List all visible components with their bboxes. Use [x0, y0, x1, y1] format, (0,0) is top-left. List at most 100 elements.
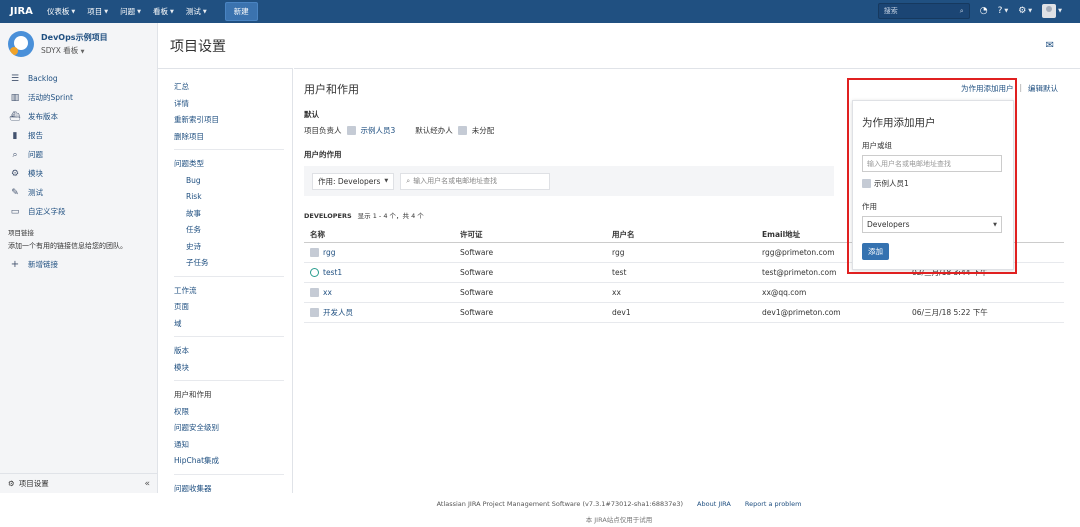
settings-details-link[interactable]: 详情 — [174, 96, 284, 113]
sidebar-item-components[interactable]: ⚙ 模块 — [0, 164, 157, 183]
license-cell: Software — [454, 262, 606, 283]
settings-group-permissions: 用户和作用 权限 问题安全级别 通知 HipChat集成 — [174, 387, 284, 475]
settings-issue-collectors-link[interactable]: 问题收集器 — [174, 481, 284, 498]
avatar — [457, 126, 467, 135]
issue-type-task-link[interactable]: 任务 — [174, 222, 284, 239]
user-or-group-input[interactable]: 输入用户名或电邮地址查找 — [862, 155, 1002, 172]
settings-group-issue-types: 问题类型 Bug Risk 故事 任务 史诗 子任务 — [174, 156, 284, 277]
table-row: 开发人员 Software dev1 dev1@primeton.com 06/… — [304, 302, 1064, 323]
avatar — [310, 287, 319, 297]
add-users-to-role-link[interactable]: 为作用添加用户 — [961, 83, 1014, 94]
issue-type-risk-link[interactable]: Risk — [174, 189, 284, 206]
settings-workflows-link[interactable]: 工作流 — [174, 283, 284, 300]
avatar — [310, 247, 319, 257]
project-name[interactable]: DevOps示例项目 — [41, 32, 108, 43]
user-filter-input[interactable]: ⌕ 输入用户名或电邮地址查找 — [400, 172, 551, 190]
settings-group-versions: 版本 模块 — [174, 343, 284, 381]
settings-versions-link[interactable]: 版本 — [174, 343, 284, 360]
suggested-user[interactable]: 示例人员1 — [862, 178, 1001, 189]
avatar — [310, 267, 319, 277]
sidebar-item-backlog[interactable]: ☰ Backlog — [0, 69, 157, 88]
settings-screens-link[interactable]: 页面 — [174, 299, 284, 316]
user-avatar-menu[interactable]: ▼ — [1042, 4, 1062, 18]
add-button[interactable]: 添加 — [862, 243, 889, 260]
issue-type-subtask-link[interactable]: 子任务 — [174, 255, 284, 272]
gear-icon[interactable]: ⚙ ▼ — [1018, 6, 1032, 16]
add-link-button[interactable]: + 新增链接 — [0, 259, 157, 270]
search-icon: ⌕ — [959, 6, 964, 15]
feed-icon[interactable]: ◔ — [980, 6, 988, 16]
settings-notifications-link[interactable]: 通知 — [174, 437, 284, 454]
jira-logo[interactable]: JIRA — [10, 6, 33, 17]
user-name-link[interactable]: test1 — [323, 268, 342, 277]
defaults-row: 项目负责人 示例人员3 默认经办人 未分配 — [304, 125, 494, 136]
chevron-down-icon: ▼ — [104, 8, 109, 15]
avatar — [310, 307, 319, 317]
settings-delete-link[interactable]: 删除项目 — [174, 129, 284, 146]
role-select[interactable]: Developers ▼ — [862, 216, 1002, 233]
role-filter-select[interactable]: 作用: Developers ▼ — [312, 172, 395, 190]
project-lead-value[interactable]: 示例人员3 — [361, 125, 396, 136]
project-links-description: 添加一个有用的链接信息给您的团队。 — [8, 242, 127, 250]
top-navigation-bar: JIRA 仪表板 ▼ 项目 ▼ 问题 ▼ 看板 ▼ 测试 ▼ 新建 搜索 ⌕ ◔ ? ▼ ⚙… — [0, 0, 1080, 23]
issue-type-bug-link[interactable]: Bug — [174, 173, 284, 190]
menu-issues[interactable]: 问题 ▼ — [120, 6, 141, 17]
avatar — [862, 179, 871, 188]
menu-boards[interactable]: 看板 ▼ — [153, 6, 174, 17]
sidebar-item-reports[interactable]: ▮ 报告 — [0, 126, 157, 145]
project-avatar[interactable] — [8, 31, 34, 57]
footer-notice: 本 JIRA站点仅用于试用 — [585, 516, 653, 524]
settings-issue-security-link[interactable]: 问题安全级别 — [174, 420, 284, 437]
sidebar-item-issues[interactable]: ⌕ 问题 — [0, 145, 157, 164]
page-title: 项目设置 — [170, 39, 226, 55]
sidebar-item-custom-fields[interactable]: ▭ 自定义字段 — [0, 202, 157, 221]
table-row: xx Software xx xx@qq.com — [304, 282, 1064, 303]
user-or-group-label: 用户或组 — [862, 141, 892, 150]
about-jira-link[interactable]: About JIRA — [697, 500, 731, 508]
section-actions: 为作用添加用户 | 编辑默认 — [961, 83, 1058, 94]
settings-reindex-link[interactable]: 重新索引项目 — [174, 112, 284, 129]
project-header: DevOps示例项目 SDYX 看板 ▼ — [0, 23, 157, 63]
test-icon: ✎ — [11, 187, 19, 198]
board-selector[interactable]: SDYX 看板 ▼ — [41, 45, 108, 56]
issue-type-story-link[interactable]: 故事 — [174, 206, 284, 223]
settings-fields-link[interactable]: 域 — [174, 316, 284, 333]
project-settings-link[interactable]: ⚙ 项目设置 — [8, 478, 49, 489]
sidebar-item-releases[interactable]: ⛴ 发布版本 — [0, 107, 157, 126]
issue-type-epic-link[interactable]: 史诗 — [174, 239, 284, 256]
reports-icon: ▮ — [12, 130, 18, 141]
footer-product: Atlassian JIRA Project Management Softwa… — [436, 500, 684, 508]
settings-summary-link[interactable]: 汇总 — [174, 79, 284, 96]
search-input[interactable]: 搜索 ⌕ — [877, 3, 970, 19]
report-problem-link[interactable]: Report a problem — [745, 500, 802, 508]
sidebar-item-tests[interactable]: ✎ 测试 — [0, 183, 157, 202]
sidebar-nav: ☰ Backlog ▥ 活动的Sprint ⛴ 发布版本 ▮ 报告 ⌕ 问题 ⚙ 模块 ✎ 测… — [0, 69, 157, 221]
edit-defaults-link[interactable]: 编辑默认 — [1028, 83, 1058, 94]
user-name-link[interactable]: xx — [323, 288, 332, 297]
last-login-cell — [906, 282, 1064, 303]
user-name-link[interactable]: rgg — [323, 248, 335, 257]
dialog-title: 为作用添加用户 — [862, 117, 936, 129]
components-icon: ⚙ — [10, 168, 20, 179]
menu-projects[interactable]: 项目 ▼ — [87, 6, 108, 17]
section-title: 用户和作用 — [304, 83, 359, 96]
settings-issue-types-link[interactable]: 问题类型 — [174, 156, 284, 173]
results-count: DEVELOPERS 显示 1 - 4 个，共 4 个 — [304, 212, 424, 220]
collapse-sidebar-button[interactable]: « — [144, 479, 150, 489]
settings-permissions-link[interactable]: 权限 — [174, 404, 284, 421]
sidebar-item-active-sprint[interactable]: ▥ 活动的Sprint — [0, 88, 157, 107]
user-name-link[interactable]: 开发人员 — [323, 307, 353, 318]
help-icon[interactable]: ? ▼ — [998, 6, 1009, 16]
menu-tests[interactable]: 测试 ▼ — [186, 6, 207, 17]
username-cell: rgg — [606, 242, 756, 263]
settings-users-roles-link[interactable]: 用户和作用 — [174, 387, 284, 404]
settings-components-link[interactable]: 模块 — [174, 360, 284, 377]
plus-icon: + — [10, 259, 20, 270]
settings-hipchat-link[interactable]: HipChat集成 — [174, 453, 284, 470]
create-button[interactable]: 新建 — [224, 2, 258, 21]
email-cell: xx@qq.com — [756, 282, 906, 303]
menu-dashboards[interactable]: 仪表板 ▼ — [47, 6, 75, 17]
role-group-name: DEVELOPERS — [304, 212, 352, 220]
backlog-icon: ☰ — [10, 73, 20, 84]
feedback-icon[interactable]: ✉ — [1046, 40, 1054, 51]
